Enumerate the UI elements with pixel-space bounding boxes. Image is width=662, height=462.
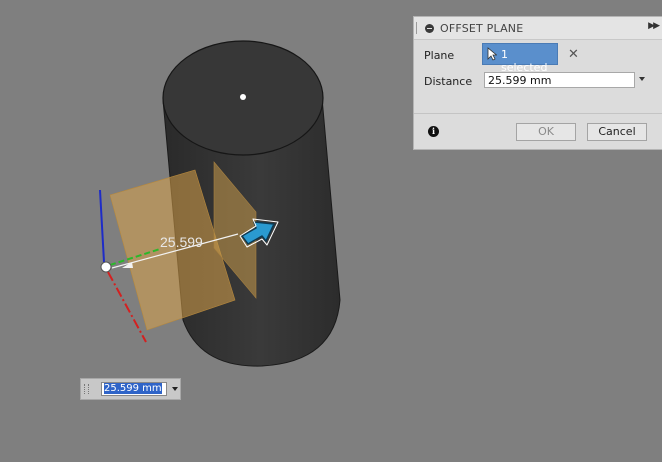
floating-drag-handle-icon[interactable] [84,384,89,394]
expand-icon[interactable]: ▶▶ [648,21,660,31]
clear-selection-icon[interactable]: ✕ [568,47,579,62]
floating-distance-value: 25.599 mm [104,383,162,394]
drag-handle-icon[interactable] [416,22,419,34]
ok-button[interactable]: OK [516,123,576,141]
origin-point[interactable] [100,261,112,273]
dialog-header[interactable]: OFFSET PLANE ▶▶ [414,17,662,40]
info-icon[interactable]: i [428,126,439,137]
dialog-footer: i OK Cancel [414,113,662,149]
collapse-icon[interactable] [425,24,434,33]
distance-input[interactable]: 25.599 mm [484,72,635,88]
plane-label: Plane [424,49,455,62]
distance-dropdown-icon[interactable] [639,77,645,81]
axis-z [99,189,105,263]
distance-label: Distance [424,75,473,88]
center-point [240,94,246,100]
plane-selection-button[interactable]: 1 selected [482,43,558,74]
plane-selection-text: 1 selected [501,48,548,74]
cursor-icon [487,47,497,61]
floating-distance-box: 25.599 mm [80,378,181,400]
cancel-button[interactable]: Cancel [587,123,647,141]
offset-plane-dialog: OFFSET PLANE ▶▶ Plane 1 selected ✕ Dista… [413,16,662,150]
floating-distance-input[interactable]: 25.599 mm [101,382,167,396]
dimension-label[interactable]: 25.599 [160,234,203,250]
floating-dropdown-icon[interactable] [172,387,178,391]
dialog-title: OFFSET PLANE [440,22,524,35]
